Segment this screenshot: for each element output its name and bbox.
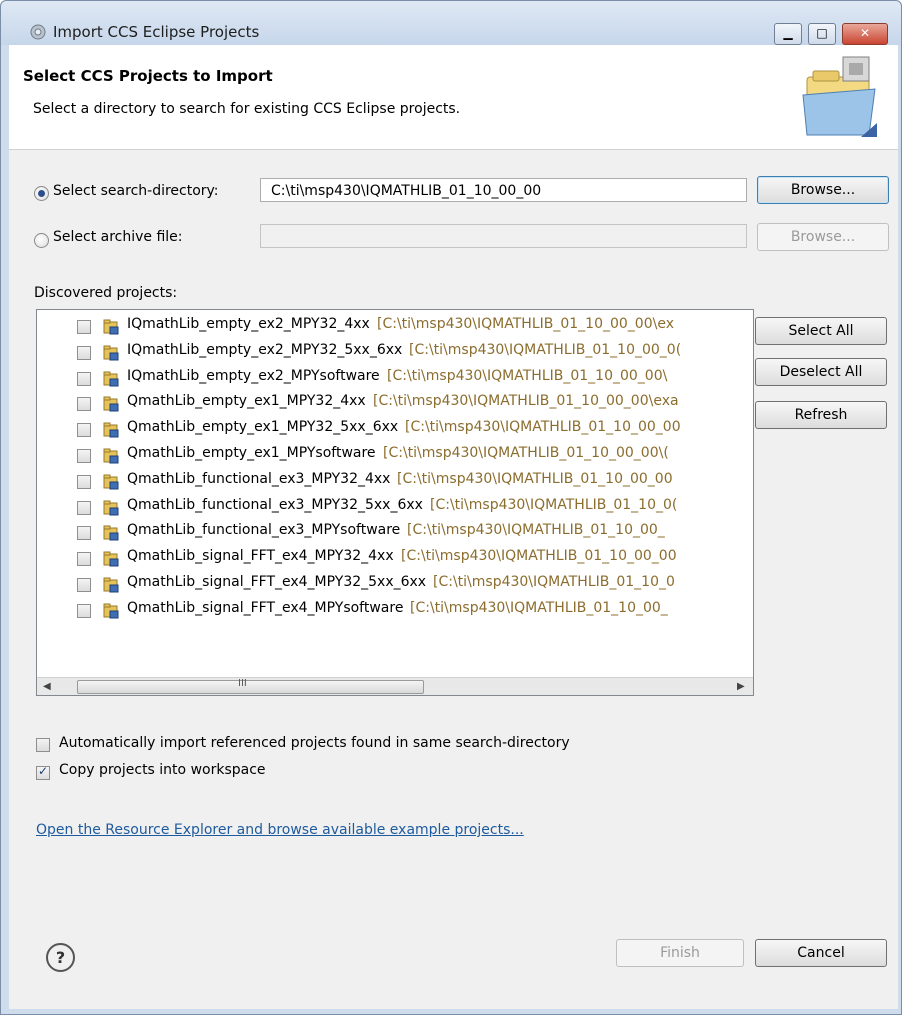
browse-archive-button[interactable]: Browse... <box>757 223 889 251</box>
search-directory-input[interactable]: C:\ti\msp430\IQMATHLIB_01_10_00_00 <box>260 178 747 202</box>
copy-into-workspace-label: Copy projects into workspace <box>59 762 266 778</box>
cancel-button[interactable]: Cancel <box>755 939 887 967</box>
project-path: [C:\ti\msp430\IQMATHLIB_01_10_00_0( <box>409 341 682 358</box>
scroll-left-icon[interactable]: ◀ <box>43 678 51 695</box>
project-name: QmathLib_empty_ex1_MPY32_5xx_6xx <box>127 419 399 436</box>
project-name: IQmathLib_empty_ex2_MPY32_4xx <box>127 316 370 332</box>
close-button[interactable]: ✕ <box>842 23 888 45</box>
window-title: Import CCS Eclipse Projects <box>53 23 260 41</box>
archive-file-input[interactable] <box>260 224 747 248</box>
project-checkbox[interactable] <box>77 320 91 334</box>
project-name: IQmathLib_empty_ex2_MPYsoftware <box>127 367 380 384</box>
minimize-icon: ▁ <box>783 26 793 40</box>
project-name: QmathLib_functional_ex3_MPYsoftware <box>127 522 401 539</box>
archive-file-radio[interactable] <box>34 233 49 248</box>
project-checkbox[interactable] <box>77 345 91 360</box>
project-name: QmathLib_empty_ex1_MPY32_4xx <box>127 393 366 410</box>
project-checkbox[interactable] <box>77 371 91 386</box>
resource-explorer-link[interactable]: Open the Resource Explorer and browse av… <box>36 822 524 838</box>
help-icon[interactable]: ? <box>46 943 75 972</box>
finish-button[interactable]: Finish <box>616 939 744 967</box>
project-name: IQmathLib_empty_ex2_MPY32_5xx_6xx <box>127 341 403 358</box>
project-checkbox[interactable] <box>77 552 91 567</box>
project-checkbox[interactable] <box>77 500 91 515</box>
project-checkbox[interactable] <box>77 423 91 438</box>
copy-into-workspace-checkbox[interactable] <box>36 764 50 780</box>
scroll-grip-icon: III <box>238 678 247 689</box>
minimize-button[interactable]: ▁ <box>774 23 802 45</box>
deselect-all-button[interactable]: Deselect All <box>755 358 887 386</box>
project-checkbox[interactable] <box>77 474 91 489</box>
auto-import-checkbox[interactable] <box>36 738 50 752</box>
project-folder-icon <box>103 500 119 516</box>
project-folder-icon <box>103 319 119 335</box>
project-folder-icon <box>103 603 119 619</box>
project-path: [C:\ti\msp430\IQMATHLIB_01_10_0 <box>433 574 675 590</box>
project-path: [C:\ti\msp430\IQMATHLIB_01_10_00_00\exa <box>373 393 679 410</box>
project-path: [C:\ti\msp430\IQMATHLIB_01_10_00_00\ex <box>377 316 674 332</box>
page-description: Select a directory to search for existin… <box>33 101 461 117</box>
project-path: [C:\ti\msp430\IQMATHLIB_01_10_00_ <box>407 522 665 539</box>
page-title: Select CCS Projects to Import <box>23 67 273 85</box>
project-path: [C:\ti\msp430\IQMATHLIB_01_10_00_ <box>410 599 668 616</box>
horizontal-scrollbar[interactable]: ◀ III ▶ <box>37 677 753 695</box>
project-folder-icon <box>103 474 119 490</box>
scrollbar-thumb[interactable]: III <box>77 678 424 694</box>
project-path: [C:\ti\msp430\IQMATHLIB_01_10_00_00\ <box>387 367 668 384</box>
project-folder-icon <box>103 551 119 567</box>
title-bar[interactable]: Import CCS Eclipse Projects ▁ □ ✕ <box>1 1 901 45</box>
project-folder-icon <box>103 525 119 541</box>
scroll-right-icon[interactable]: ▶ <box>737 678 745 695</box>
project-folder-icon <box>103 422 119 438</box>
archive-file-label: Select archive file: <box>53 229 183 245</box>
close-icon: ✕ <box>859 26 871 40</box>
browse-directory-button[interactable]: Browse... <box>757 176 889 204</box>
project-folder-icon <box>103 448 119 464</box>
auto-import-label: Automatically import referenced projects… <box>59 735 570 751</box>
project-folder-icon <box>103 371 119 387</box>
project-path: [C:\ti\msp430\IQMATHLIB_01_10_00_00\( <box>383 445 669 461</box>
project-path: [C:\ti\msp430\IQMATHLIB_01_10_00_00 <box>405 419 681 436</box>
project-name: QmathLib_empty_ex1_MPYsoftware <box>127 445 376 461</box>
project-name: QmathLib_signal_FFT_ex4_MPY32_4xx <box>127 548 394 565</box>
ccs-app-icon <box>30 24 46 40</box>
project-checkbox[interactable] <box>77 526 91 541</box>
project-path: [C:\ti\msp430\IQMATHLIB_01_10_00_00 <box>397 470 673 487</box>
dialog-client-area: Select CCS Projects to Import Select a d… <box>9 45 898 1009</box>
projects-list[interactable]: IQmathLib_empty_ex2_MPY32_4xx [C:\ti\msp4… <box>36 309 754 696</box>
project-path: [C:\ti\msp430\IQMATHLIB_01_10_00_00 <box>401 548 677 565</box>
project-folder-icon <box>103 577 119 593</box>
select-all-button[interactable]: Select All <box>755 317 887 345</box>
project-name: QmathLib_functional_ex3_MPY32_5xx_6xx <box>127 496 423 513</box>
project-folder-icon <box>103 396 119 412</box>
project-checkbox[interactable] <box>77 578 91 592</box>
project-path: [C:\ti\msp430\IQMATHLIB_01_10_0( <box>430 496 678 513</box>
maximize-icon: □ <box>816 26 828 40</box>
project-folder-icon <box>103 345 119 361</box>
wizard-banner: Select CCS Projects to Import Select a d… <box>9 45 898 150</box>
dialog-window: Import CCS Eclipse Projects ▁ □ ✕ Select… <box>0 0 902 1015</box>
import-folder-icon <box>802 56 877 137</box>
project-name: QmathLib_signal_FFT_ex4_MPY32_5xx_6xx <box>127 574 427 590</box>
project-checkbox[interactable] <box>77 603 91 618</box>
maximize-button[interactable]: □ <box>808 23 836 45</box>
search-directory-radio[interactable] <box>34 186 49 201</box>
project-checkbox[interactable] <box>77 397 91 412</box>
project-name: QmathLib_signal_FFT_ex4_MPYsoftware <box>127 599 404 616</box>
refresh-button[interactable]: Refresh <box>755 401 887 429</box>
discovered-projects-label: Discovered projects: <box>34 285 178 301</box>
project-name: QmathLib_functional_ex3_MPY32_4xx <box>127 470 391 487</box>
project-checkbox[interactable] <box>77 449 91 463</box>
search-directory-label: Select search-directory: <box>53 183 219 199</box>
